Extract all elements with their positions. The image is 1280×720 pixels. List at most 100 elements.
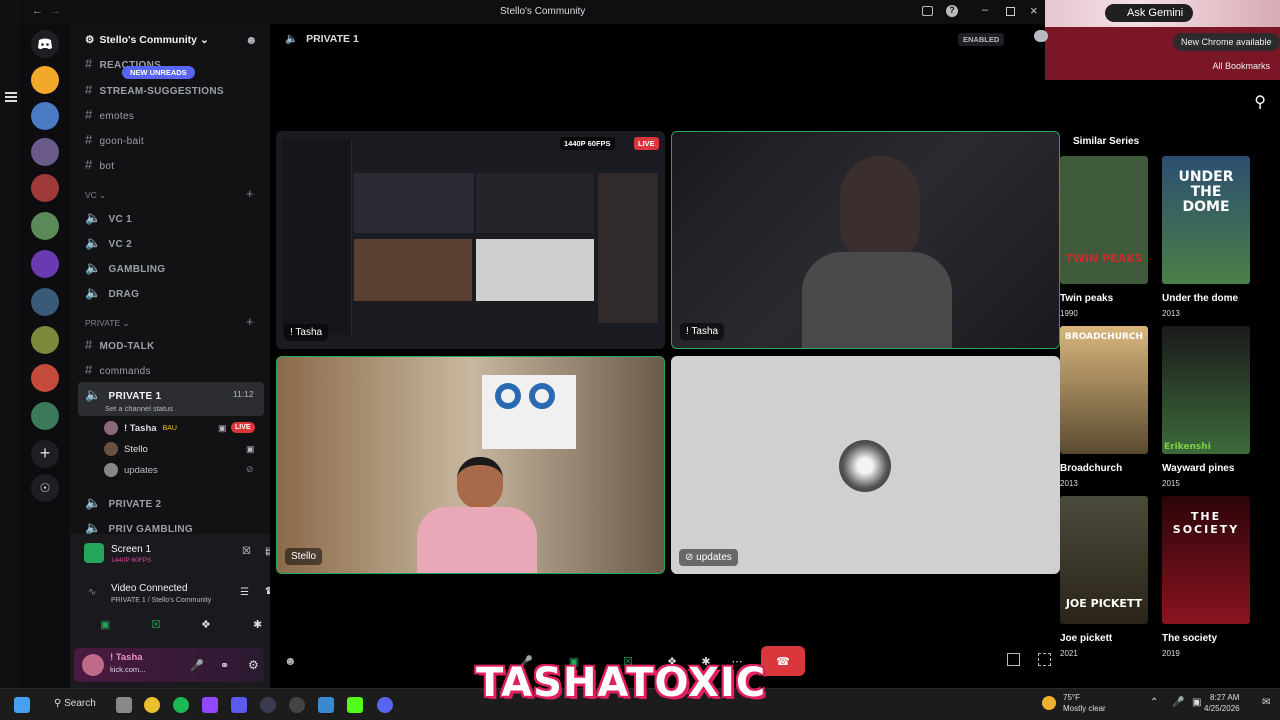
channel-goon-bait[interactable]: # goon-bait: [85, 132, 144, 147]
server-icon[interactable]: [31, 288, 59, 316]
category-private[interactable]: PRIVATE ⌄: [85, 318, 130, 329]
weather-desc[interactable]: Mostly clear: [1063, 704, 1106, 713]
kick-icon[interactable]: [347, 697, 363, 713]
screen-share-button[interactable]: ☒: [151, 618, 161, 631]
stop-stream-icon[interactable]: ☒: [242, 546, 251, 557]
twitch-icon[interactable]: [202, 697, 218, 713]
add-server-icon[interactable]: +: [31, 440, 59, 468]
app-icon[interactable]: [231, 697, 247, 713]
video-tile-tasha[interactable]: ! Tasha: [671, 131, 1060, 349]
add-channel-icon[interactable]: +: [246, 314, 254, 329]
poster-under-the-dome[interactable]: UNDER THE DOME: [1162, 156, 1250, 284]
microphone-icon[interactable]: 🎤: [190, 659, 204, 672]
discover-icon[interactable]: ☉: [31, 474, 59, 502]
start-icon[interactable]: [14, 697, 30, 713]
new-chrome-available-button[interactable]: New Chrome available: [1173, 33, 1280, 51]
channel-stream-suggestions[interactable]: # STREAM-SUGGESTIONS: [85, 82, 224, 97]
stream-tile-tasha-screen[interactable]: 1440P 60FPS LIVE ! Tasha: [276, 131, 665, 349]
voice-user-tasha[interactable]: ! Tasha BAU: [104, 421, 177, 435]
clock-date[interactable]: 4/25/2026: [1204, 704, 1240, 713]
voice-channel-private1[interactable]: 🔈 PRIVATE 1: [85, 387, 161, 403]
poster-wayward-pines[interactable]: Erikenshi: [1162, 326, 1250, 454]
voice-channel-vc2[interactable]: 🔈 VC 2: [85, 235, 132, 251]
obs-icon[interactable]: [289, 697, 305, 713]
server-icon[interactable]: [31, 102, 59, 130]
search-icon[interactable]: ⚲: [1254, 92, 1266, 112]
chat-icon[interactable]: [1034, 30, 1048, 42]
server-icon[interactable]: [31, 138, 59, 166]
spotify-icon[interactable]: [173, 697, 189, 713]
weather-temp[interactable]: 75°F: [1063, 693, 1080, 702]
show-title[interactable]: Under the dome: [1162, 293, 1238, 304]
server-icon[interactable]: [31, 402, 59, 430]
noise-suppression-icon[interactable]: ☰: [240, 587, 249, 598]
app-icon[interactable]: [260, 697, 276, 713]
channel-emotes[interactable]: # emotes: [85, 107, 134, 122]
voice-channel-private2[interactable]: 🔈 PRIVATE 2: [85, 495, 161, 511]
voice-channel-vc1[interactable]: 🔈 VC 1: [85, 210, 132, 226]
video-channel-link[interactable]: PRIVATE 1 / Stello's Community: [111, 597, 211, 604]
forward-arrow-icon[interactable]: →: [50, 5, 61, 17]
server-icon[interactable]: [31, 212, 59, 240]
server-icon[interactable]: [31, 326, 59, 354]
taskbar-search[interactable]: ⚲ Search: [54, 698, 96, 709]
server-icon[interactable]: [31, 364, 59, 392]
show-title[interactable]: Twin peaks: [1060, 293, 1113, 304]
clock-time[interactable]: 8:27 AM: [1210, 693, 1239, 702]
server-icon-stellos-community[interactable]: [31, 174, 59, 202]
headphones-icon[interactable]: ⚭: [220, 659, 229, 672]
notepad-icon[interactable]: [318, 697, 334, 713]
voice-channel-gambling[interactable]: 🔈 GAMBLING: [85, 260, 165, 276]
camera-on-icon[interactable]: ▣: [100, 618, 110, 631]
help-icon[interactable]: ?: [946, 5, 958, 17]
discord-home-icon[interactable]: [31, 30, 59, 58]
channel-commands[interactable]: # commands: [85, 362, 151, 377]
chevron-up-icon[interactable]: ⌃: [1150, 697, 1158, 708]
close-icon[interactable]: ×: [1030, 3, 1038, 18]
popout-icon[interactable]: [1007, 653, 1020, 666]
poster-the-society[interactable]: THE SOCIETY: [1162, 496, 1250, 624]
display-icon[interactable]: ▣: [1192, 697, 1201, 708]
add-member-icon[interactable]: ☻: [245, 33, 258, 47]
category-vc[interactable]: VC ⌄: [85, 190, 106, 201]
add-channel-icon[interactable]: +: [246, 186, 254, 201]
channel-bot[interactable]: # bot: [85, 157, 114, 172]
voice-channel-drag[interactable]: 🔈 DRAG: [85, 285, 139, 301]
poster-broadchurch[interactable]: BROADCHURCH: [1060, 326, 1148, 454]
discord-icon[interactable]: [377, 697, 393, 713]
disconnect-button[interactable]: ☎: [761, 646, 805, 676]
microphone-icon[interactable]: 🎤: [1172, 697, 1184, 708]
channel-status[interactable]: Set a channel status: [105, 404, 173, 413]
voice-user-stello[interactable]: Stello: [104, 442, 148, 456]
show-title[interactable]: Wayward pines: [1162, 463, 1234, 474]
show-title[interactable]: Broadchurch: [1060, 463, 1122, 474]
chrome-icon[interactable]: [144, 697, 160, 713]
settings-gear-icon[interactable]: ⚙: [248, 658, 259, 672]
server-name-header[interactable]: ⚙ Stello's Community ⌄: [85, 34, 209, 46]
inbox-icon[interactable]: [922, 6, 933, 16]
maximize-icon[interactable]: [1006, 7, 1015, 16]
server-icon-tnt[interactable]: [31, 66, 59, 94]
poster-joe-pickett[interactable]: JOE PICKETT: [1060, 496, 1148, 624]
notifications-icon[interactable]: ✉: [1262, 697, 1270, 708]
channel-mod-talk[interactable]: # MOD-TALK: [85, 337, 155, 352]
show-title[interactable]: Joe pickett: [1060, 633, 1112, 644]
menu-icon[interactable]: [5, 92, 17, 94]
soundboard-icon[interactable]: ✱: [253, 618, 262, 631]
new-unreads-pill[interactable]: NEW UNREADS: [122, 66, 195, 79]
task-view-icon[interactable]: [116, 697, 132, 713]
ask-gemini-button[interactable]: Ask Gemini: [1105, 4, 1194, 22]
activities-icon[interactable]: ❖: [201, 618, 211, 631]
back-arrow-icon[interactable]: ←: [32, 5, 43, 17]
all-bookmarks-link[interactable]: All Bookmarks: [1212, 61, 1270, 71]
poster-twin-peaks[interactable]: TWIN PEAKS: [1060, 156, 1148, 284]
minimize-icon[interactable]: –: [982, 4, 988, 16]
video-tile-updates[interactable]: ⊘ updates: [671, 356, 1060, 574]
invite-icon[interactable]: ☻: [284, 654, 297, 668]
video-tile-stello[interactable]: Stello: [276, 356, 665, 574]
fullscreen-icon[interactable]: [1038, 653, 1051, 666]
avatar[interactable]: [82, 654, 104, 676]
voice-user-updates[interactable]: updates: [104, 463, 158, 477]
show-title[interactable]: The society: [1162, 633, 1217, 644]
server-icon[interactable]: [31, 250, 59, 278]
